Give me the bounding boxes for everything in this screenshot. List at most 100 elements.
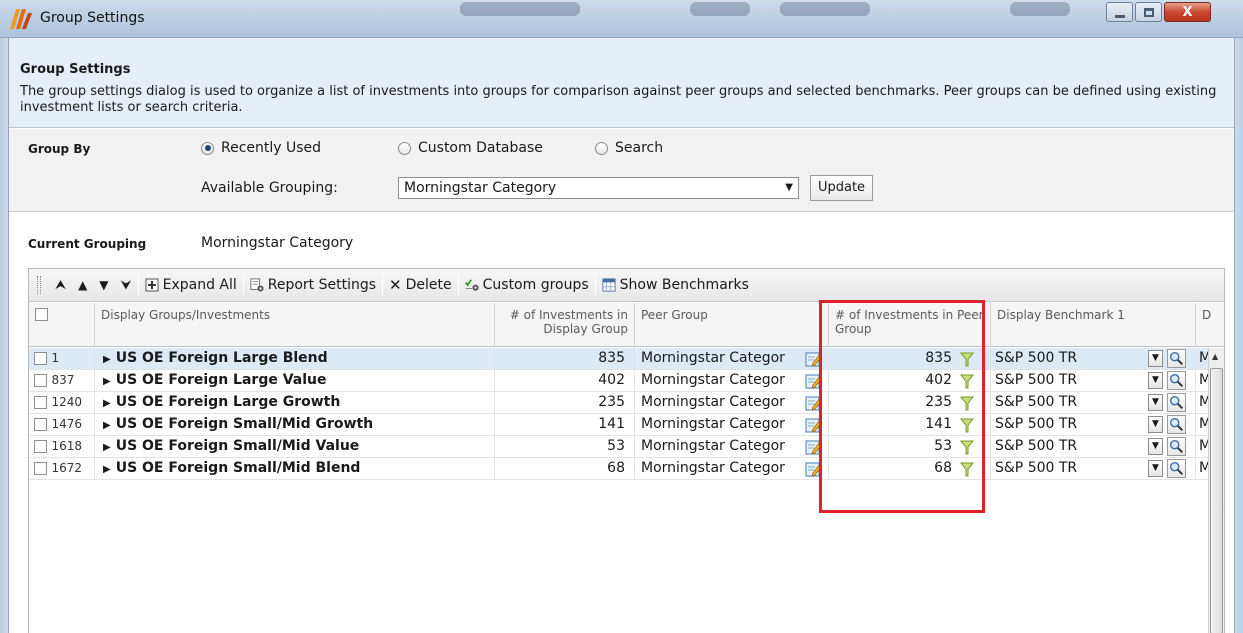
calendar-table-icon (602, 278, 616, 292)
benchmark-name: S&P 500 TR (995, 460, 1078, 476)
group-name-cell[interactable]: ▶ US OE Foreign Large Value (95, 370, 495, 392)
peer-count-cell: 141 (829, 414, 991, 436)
next-column-cell: M (1199, 350, 1208, 366)
filter-funnel-icon[interactable] (960, 352, 974, 367)
expand-arrow-icon[interactable]: ▶ (103, 464, 111, 475)
expand-all-label: Expand All (162, 277, 237, 293)
minimize-button[interactable] (1106, 2, 1133, 22)
filter-funnel-icon[interactable] (960, 396, 974, 411)
blurred-background (690, 2, 750, 16)
window-title: Group Settings (40, 10, 145, 26)
table-row[interactable]: 1618 ▶ US OE Foreign Small/Mid Value 53 M… (29, 436, 1224, 458)
row-checkbox[interactable] (34, 461, 47, 475)
close-button[interactable]: X (1164, 2, 1211, 22)
group-name-cell[interactable]: ▶ US OE Foreign Small/Mid Blend (95, 458, 495, 480)
available-grouping-select[interactable]: Morningstar Category ▼ (398, 177, 799, 199)
header-display-groups[interactable]: Display Groups/Investments (95, 303, 495, 347)
delete-label: Delete (405, 277, 452, 293)
group-name-cell[interactable]: ▶ US OE Foreign Small/Mid Value (95, 436, 495, 458)
search-magnifier-icon[interactable] (1167, 437, 1186, 456)
header-display-benchmark-1[interactable]: Display Benchmark 1 (991, 303, 1196, 347)
radio-search[interactable]: Search (595, 140, 663, 156)
benchmark-cell: S&P 500 TR ▼ (991, 436, 1196, 458)
table-row[interactable]: 1 ▶ US OE Foreign Large Blend 835 Morning… (29, 348, 1224, 370)
table-row[interactable]: 1240 ▶ US OE Foreign Large Growth 235 Mor… (29, 392, 1224, 414)
select-all-checkbox[interactable] (35, 308, 48, 321)
custom-groups-button[interactable]: Custom groups (459, 272, 595, 298)
header-investments-in-display-group[interactable]: # of Investments in Display Group (495, 303, 635, 347)
maximize-button[interactable] (1135, 2, 1162, 22)
table-row[interactable]: 1476 ▶ US OE Foreign Small/Mid Growth 141… (29, 414, 1224, 436)
edit-pencil-icon[interactable] (805, 417, 822, 433)
header-peer-group[interactable]: Peer Group (635, 303, 829, 347)
radio-dot-selected (201, 141, 214, 155)
filter-funnel-icon[interactable] (960, 418, 974, 433)
benchmark-dropdown-arrow-icon[interactable]: ▼ (1148, 350, 1163, 367)
group-name-cell[interactable]: ▶ US OE Foreign Large Growth (95, 392, 495, 414)
update-button[interactable]: Update (810, 175, 873, 201)
vertical-scrollbar[interactable]: ▲ (1208, 348, 1224, 633)
edit-pencil-icon[interactable] (805, 351, 822, 367)
search-magnifier-icon[interactable] (1167, 393, 1186, 412)
header-investments-in-peer-group[interactable]: # of Investments in Peer Group (829, 303, 991, 347)
expand-arrow-icon[interactable]: ▶ (103, 442, 111, 453)
dialog-body: Group Settings The group settings dialog… (8, 38, 1235, 633)
row-select-cell: 1240 (29, 392, 95, 414)
edit-pencil-icon[interactable] (805, 461, 822, 477)
peer-group-cell: Morningstar Categor (635, 458, 829, 480)
row-checkbox[interactable] (34, 395, 47, 409)
delete-button[interactable]: ✕ Delete (383, 272, 458, 298)
show-benchmarks-button[interactable]: Show Benchmarks (596, 272, 755, 298)
row-checkbox[interactable] (34, 373, 47, 387)
table-row[interactable]: 837 ▶ US OE Foreign Large Value 402 Morni… (29, 370, 1224, 392)
group-name: US OE Foreign Large Growth (115, 394, 341, 410)
expand-arrow-icon[interactable]: ▶ (103, 376, 111, 387)
group-name: US OE Foreign Large Value (115, 372, 327, 388)
search-magnifier-icon[interactable] (1167, 415, 1186, 434)
chevron-down-icon: ▼ (99, 278, 109, 292)
benchmark-dropdown-arrow-icon[interactable]: ▼ (1148, 460, 1163, 477)
benchmark-dropdown-arrow-icon[interactable]: ▼ (1148, 438, 1163, 455)
peer-count-cell: 235 (829, 392, 991, 414)
peer-group-name: Morningstar Categor (641, 394, 785, 410)
row-checkbox[interactable] (34, 351, 47, 365)
benchmark-dropdown-arrow-icon[interactable]: ▼ (1148, 416, 1163, 433)
edit-pencil-icon[interactable] (805, 373, 822, 389)
filter-funnel-icon[interactable] (960, 374, 974, 389)
expand-arrow-icon[interactable]: ▶ (103, 420, 111, 431)
move-up-button[interactable]: ▲ (72, 272, 93, 298)
benchmark-dropdown-arrow-icon[interactable]: ▼ (1148, 372, 1163, 389)
row-checkbox[interactable] (34, 439, 47, 453)
radio-custom-database[interactable]: Custom Database (398, 140, 543, 156)
move-down-button[interactable]: ▼ (93, 272, 114, 298)
filter-funnel-icon[interactable] (960, 462, 974, 477)
search-magnifier-icon[interactable] (1167, 371, 1186, 390)
current-grouping-value: Morningstar Category (201, 235, 354, 251)
move-top-button[interactable]: ⮝ (49, 272, 72, 298)
maximize-icon (1143, 7, 1154, 17)
description-panel: Group Settings The group settings dialog… (9, 38, 1234, 128)
edit-pencil-icon[interactable] (805, 439, 822, 455)
group-name-cell[interactable]: ▶ US OE Foreign Large Blend (95, 348, 495, 370)
report-settings-button[interactable]: Report Settings (244, 272, 382, 298)
custom-groups-icon (464, 279, 479, 291)
filter-funnel-icon[interactable] (960, 440, 974, 455)
expand-arrow-icon[interactable]: ▶ (103, 354, 111, 365)
table-row[interactable]: 1672 ▶ US OE Foreign Small/Mid Blend 68 M… (29, 458, 1224, 480)
header-next-column[interactable]: D (1196, 303, 1224, 347)
minimize-icon (1114, 14, 1125, 18)
move-bottom-button[interactable]: ⮟ (115, 272, 138, 298)
search-magnifier-icon[interactable] (1167, 349, 1186, 368)
peer-group-name: Morningstar Categor (641, 438, 785, 454)
edit-pencil-icon[interactable] (805, 395, 822, 411)
settings-gear-icon (250, 278, 264, 292)
expand-icon (145, 278, 159, 292)
scrollbar-thumb[interactable] (1210, 368, 1223, 633)
group-name-cell[interactable]: ▶ US OE Foreign Small/Mid Growth (95, 414, 495, 436)
benchmark-dropdown-arrow-icon[interactable]: ▼ (1148, 394, 1163, 411)
expand-arrow-icon[interactable]: ▶ (103, 398, 111, 409)
row-checkbox[interactable] (34, 417, 47, 431)
search-magnifier-icon[interactable] (1167, 459, 1186, 478)
radio-recently-used[interactable]: Recently Used (201, 140, 321, 156)
expand-all-button[interactable]: Expand All (139, 272, 243, 298)
